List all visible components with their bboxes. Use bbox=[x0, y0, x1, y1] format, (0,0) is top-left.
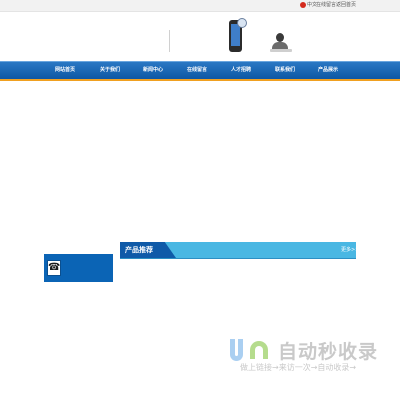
nav-item-contact[interactable]: 联系我们 bbox=[275, 62, 295, 79]
nav-item-products[interactable]: 产品展示 bbox=[318, 62, 338, 79]
nav-item-message[interactable]: 在线留言 bbox=[187, 62, 207, 79]
nav-item-home[interactable]: 网站首页 bbox=[55, 62, 75, 79]
nav-item-jobs[interactable]: 人才招聘 bbox=[231, 62, 251, 79]
nav-item-news[interactable]: 新闻中心 bbox=[143, 62, 163, 79]
more-link[interactable]: 更多>> bbox=[341, 242, 359, 258]
chat-bubble-icon bbox=[237, 18, 247, 28]
watermark-text: 自动秒收录 bbox=[278, 341, 379, 363]
main-nav: 网站首页 关于我们 新闻中心 在线留言 人才招聘 联系我们 产品展示 bbox=[0, 61, 400, 81]
nav-item-about[interactable]: 关于我们 bbox=[100, 62, 120, 79]
watermark-logo-n bbox=[250, 341, 268, 359]
handset-icon: ☎ bbox=[47, 260, 61, 276]
watermark-subtext: 做上链接→来访一次→自动收录→ bbox=[240, 363, 357, 372]
language-flag-icon[interactable] bbox=[300, 2, 306, 8]
home-link[interactable]: 返回首页 bbox=[336, 2, 356, 9]
support-agent-icon bbox=[276, 33, 284, 42]
watermark-logo-j bbox=[230, 339, 243, 361]
support-agent-desk bbox=[270, 49, 292, 52]
header-divider bbox=[169, 30, 170, 52]
message-link[interactable]: 在线留言 bbox=[316, 2, 336, 9]
product-section-title: 产品推荐 bbox=[125, 246, 153, 254]
